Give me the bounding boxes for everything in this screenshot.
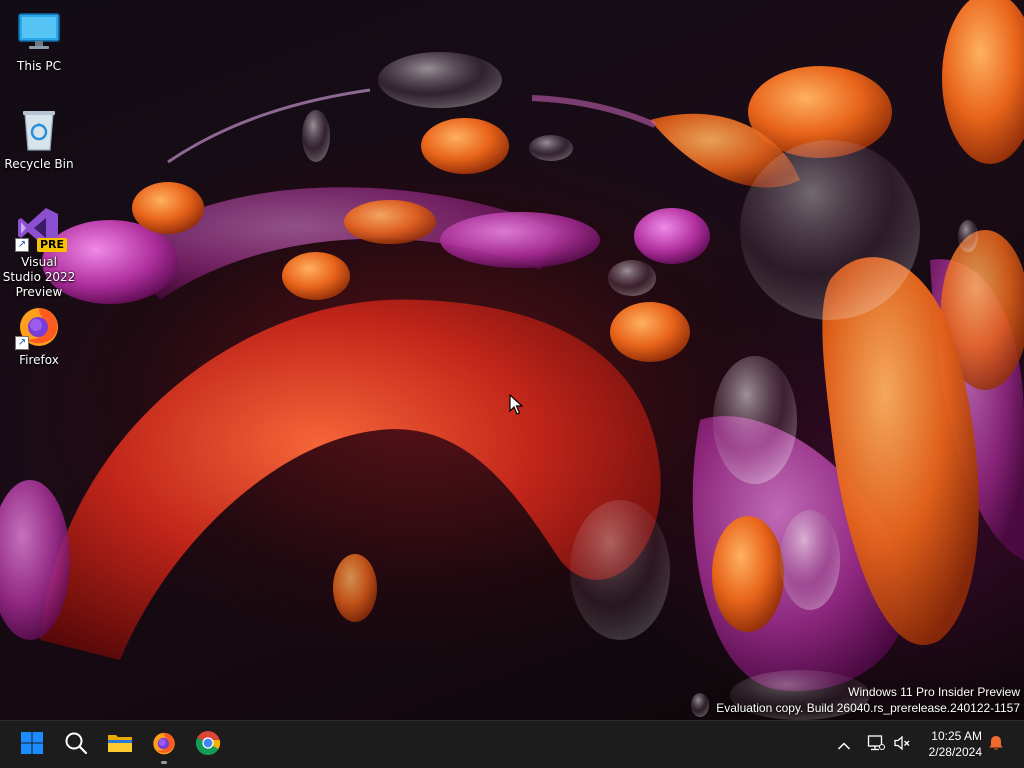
shortcut-arrow-icon: ↗ (15, 238, 29, 252)
running-indicator (161, 761, 167, 764)
watermark-build: Evaluation copy. Build 26040.rs_prerelea… (716, 701, 1020, 715)
wallpaper-art (0, 0, 1024, 720)
recycle-bin-icon (15, 106, 63, 154)
volume-muted-icon (893, 734, 911, 756)
file-explorer-button[interactable] (100, 725, 140, 765)
volume-button[interactable] (890, 733, 914, 757)
desktop-icon-label: This PC (17, 59, 61, 73)
clock-button[interactable]: 10:25 AM 2/28/2024 (912, 728, 982, 760)
search-icon (64, 731, 88, 759)
firefox-icon (151, 730, 177, 760)
desktop-icon-label: Firefox (19, 353, 59, 367)
desktop-icon-label: Recycle Bin (4, 157, 74, 171)
visual-studio-icon: ↗ PRE (15, 204, 67, 252)
notification-center-button[interactable] (984, 733, 1008, 757)
clock-time: 10:25 AM (931, 729, 982, 743)
clock-date: 2/28/2024 (928, 745, 982, 759)
taskbar-chrome-button[interactable] (188, 725, 228, 765)
shortcut-arrow-icon: ↗ (15, 336, 29, 350)
desktop-icon-this-pc[interactable]: This PC (1, 8, 77, 74)
bell-icon (987, 734, 1005, 756)
evaluation-watermark: Windows 11 Pro Insider Preview Evaluatio… (716, 684, 1020, 716)
desktop-icon-label: Visual Studio 2022 Preview (2, 255, 76, 299)
chrome-icon (195, 730, 221, 760)
desktop-icon-visual-studio[interactable]: ↗ PRE Visual Studio 2022 Preview (1, 204, 77, 300)
network-button[interactable] (864, 733, 888, 757)
monitor-icon (15, 8, 63, 56)
desktop-wallpaper (0, 0, 1024, 720)
desktop-icon-recycle-bin[interactable]: Recycle Bin (1, 106, 77, 172)
folder-icon (107, 732, 133, 758)
chevron-up-icon (837, 736, 851, 755)
watermark-edition: Windows 11 Pro Insider Preview (848, 685, 1020, 699)
start-button[interactable] (12, 725, 52, 765)
network-icon (867, 734, 885, 756)
firefox-icon: ↗ (15, 302, 63, 350)
taskbar-firefox-button[interactable] (144, 725, 184, 765)
desktop-icon-firefox[interactable]: ↗ Firefox (1, 302, 77, 368)
windows-start-icon (20, 731, 44, 759)
mouse-cursor-icon (509, 393, 524, 420)
taskbar: 10:25 AM 2/28/2024 (0, 720, 1024, 768)
search-button[interactable] (56, 725, 96, 765)
show-hidden-icons-button[interactable] (832, 733, 856, 757)
preview-badge: PRE (36, 238, 67, 252)
